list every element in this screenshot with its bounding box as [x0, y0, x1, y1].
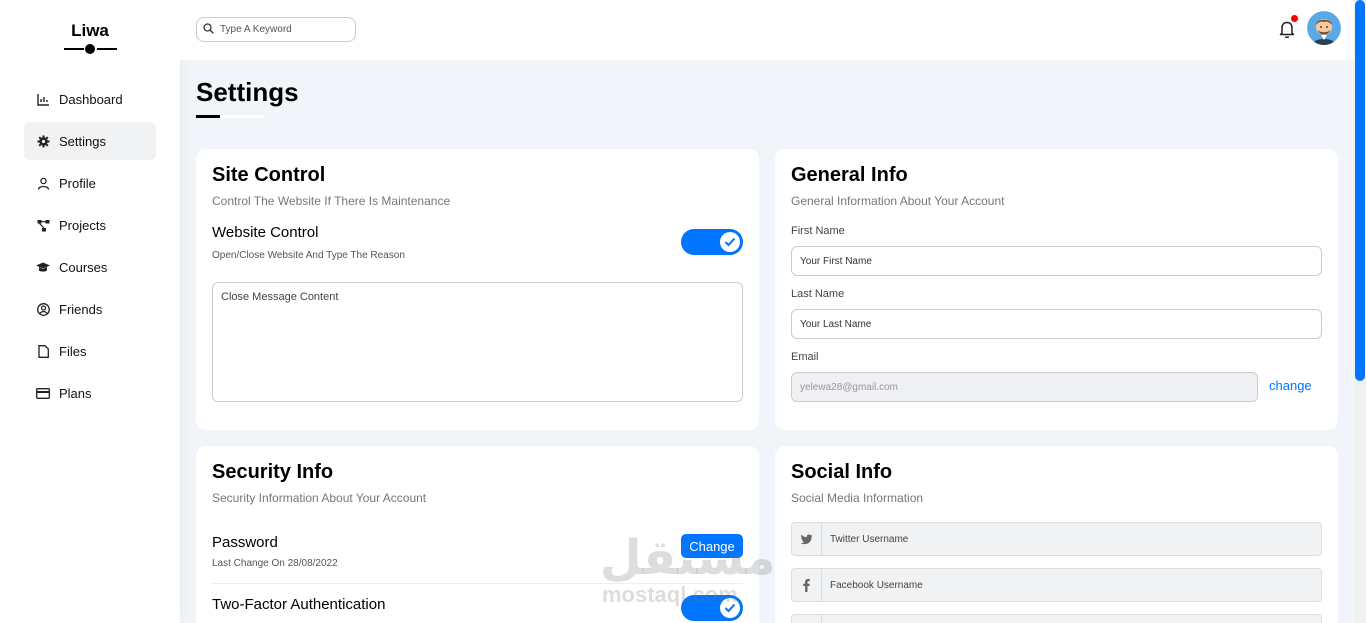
social-icon: [792, 615, 822, 623]
sidebar-nav: Dashboard Settings Profile Projects Cour…: [24, 80, 156, 416]
search-input[interactable]: [220, 24, 350, 35]
website-control-label: Website Control: [212, 224, 319, 241]
twitter-icon: [792, 523, 822, 555]
site-control-card: Site Control Control The Website If Ther…: [196, 149, 759, 430]
sidebar-item-label: Friends: [59, 301, 103, 317]
sidebar-item-label: Profile: [59, 175, 96, 191]
sidebar-item-dashboard[interactable]: Dashboard: [24, 80, 156, 118]
credit-card-icon: [36, 386, 50, 400]
card-subtitle: Security Information About Your Account: [212, 491, 427, 505]
facebook-field[interactable]: [791, 568, 1322, 602]
sidebar-item-files[interactable]: Files: [24, 332, 156, 370]
facebook-icon: [792, 569, 822, 601]
social-info-card: Social Info Social Media Information: [775, 446, 1338, 623]
notification-dot: [1291, 15, 1298, 22]
graduation-cap-icon: [36, 260, 50, 274]
website-control-sub: Open/Close Website And Type The Reason: [212, 250, 405, 261]
password-label: Password: [212, 534, 278, 551]
title-underline-light: [220, 115, 264, 118]
title-underline: [196, 115, 220, 118]
sidebar-item-label: Settings: [59, 133, 106, 149]
search-icon: [203, 21, 214, 39]
page-title: Settings: [196, 77, 299, 107]
sidebar-item-label: Dashboard: [59, 91, 123, 107]
website-control-toggle[interactable]: [681, 229, 743, 255]
email-label: Email: [791, 351, 819, 363]
first-name-label: First Name: [791, 225, 845, 237]
sidebar-item-friends[interactable]: Friends: [24, 290, 156, 328]
sidebar: Liwa Dashboard Settings Profile Projects…: [0, 0, 180, 623]
card-title: Social Info: [791, 461, 893, 483]
page-scrollbar-thumb[interactable]: [1355, 0, 1365, 381]
gear-icon: [36, 134, 50, 148]
sidebar-item-label: Files: [59, 343, 87, 359]
email-field: [791, 372, 1258, 402]
sidebar-item-projects[interactable]: Projects: [24, 206, 156, 244]
card-subtitle: Control The Website If There Is Maintena…: [212, 194, 451, 208]
last-name-label: Last Name: [791, 288, 845, 300]
card-title: Security Info: [212, 461, 334, 483]
file-icon: [36, 344, 50, 358]
sidebar-item-label: Courses: [59, 259, 108, 275]
sidebar-item-plans[interactable]: Plans: [24, 374, 156, 412]
close-message-textarea[interactable]: [212, 282, 743, 402]
password-last-change: Last Change On 28/08/2022: [212, 558, 338, 569]
top-header: [180, 0, 1354, 60]
search-box[interactable]: [196, 17, 356, 42]
avatar[interactable]: [1307, 11, 1341, 45]
sidebar-item-profile[interactable]: Profile: [24, 164, 156, 202]
twitter-field[interactable]: [791, 522, 1322, 556]
card-title: General Info: [791, 164, 908, 186]
brand-name: Liwa: [71, 21, 109, 40]
card-title: Site Control: [212, 164, 326, 186]
watermark-arabic: مستقل: [600, 532, 776, 585]
two-factor-label: Two-Factor Authentication: [212, 596, 386, 613]
card-subtitle: General Information About Your Account: [791, 194, 1005, 208]
change-email-link[interactable]: change: [1269, 378, 1312, 393]
sidebar-item-settings[interactable]: Settings: [24, 122, 156, 160]
check-icon: [720, 232, 740, 252]
chart-icon: [36, 92, 50, 106]
watermark-latin: mostaql.com: [602, 582, 738, 607]
facebook-input[interactable]: [830, 579, 1310, 591]
user-circle-icon: [36, 302, 50, 316]
twitter-input[interactable]: [830, 533, 1310, 545]
sidebar-item-courses[interactable]: Courses: [24, 248, 156, 286]
sidebar-item-label: Plans: [59, 385, 92, 401]
user-icon: [36, 176, 50, 190]
diagram-icon: [36, 218, 50, 232]
general-info-card: General Info General Information About Y…: [775, 149, 1338, 430]
watermark: مستقل mostaql.com: [600, 530, 776, 607]
first-name-field[interactable]: [791, 246, 1322, 276]
social-field-third[interactable]: [791, 614, 1322, 623]
card-subtitle: Social Media Information: [791, 491, 924, 505]
bell-icon[interactable]: [1278, 19, 1296, 39]
logo-icon: [64, 42, 117, 54]
last-name-field[interactable]: [791, 309, 1322, 339]
sidebar-item-label: Projects: [59, 217, 106, 233]
